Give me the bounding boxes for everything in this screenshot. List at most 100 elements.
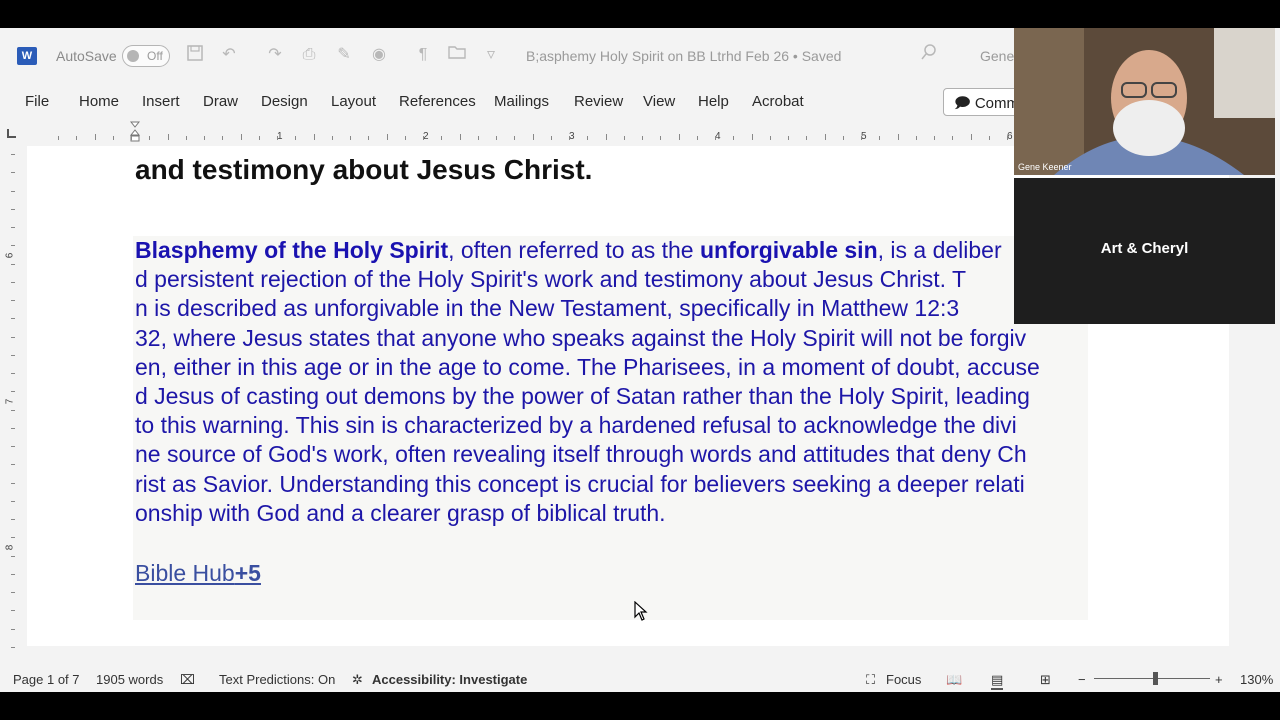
undo-icon[interactable]: ↶: [218, 44, 240, 66]
paragraph-line: to this warning. This sin is characteriz…: [135, 412, 1017, 439]
vruler-tick: [11, 555, 15, 557]
tab-references[interactable]: References: [399, 93, 476, 110]
ruler-tick: [751, 134, 753, 140]
ruler-tick: [204, 136, 205, 140]
vruler-tick: [11, 154, 15, 155]
paragraph-line: d Jesus of casting out demons by the pow…: [135, 383, 1030, 410]
text-run: , is a deliber: [877, 237, 1002, 263]
vruler-tick: [11, 482, 15, 484]
ruler-tick: [222, 136, 224, 140]
print-icon[interactable]: ⎙: [298, 44, 320, 66]
ruler-tick: [970, 134, 972, 140]
source-link[interactable]: Bible Hub+5: [135, 560, 261, 587]
vruler-tick: [11, 208, 15, 210]
ruler-tick: [258, 136, 260, 140]
text-predictions[interactable]: Text Predictions: On: [219, 672, 335, 687]
toggle-knob: [127, 50, 139, 62]
page-count[interactable]: Page 1 of 7: [13, 672, 80, 687]
tab-file[interactable]: File: [25, 93, 49, 110]
ruler-tick: [295, 136, 297, 140]
ruler-tick: [696, 136, 698, 140]
vruler-tick: [11, 373, 15, 374]
vruler-tick: [11, 500, 15, 502]
ruler-tick: [386, 134, 388, 140]
ruler-tick: [76, 136, 78, 140]
user-name[interactable]: Gene: [980, 48, 1014, 64]
document-title[interactable]: B;asphemy Holy Spirit on BB Ltrhd Feb 26…: [526, 48, 841, 64]
comments-button[interactable]: 🗩 Comm: [943, 88, 1023, 116]
bold-term: Blasphemy of the Holy Spirit: [135, 237, 449, 263]
paragraph-line: n is described as unforgivable in the Ne…: [135, 295, 960, 322]
vruler-tick: [11, 190, 15, 192]
ruler-tick: [167, 134, 169, 140]
customize-toolbar-icon[interactable]: ▿: [480, 44, 502, 66]
vruler-tick: [11, 354, 15, 356]
tab-view[interactable]: View: [643, 93, 675, 110]
tab-review[interactable]: Review: [574, 93, 623, 110]
ruler-tick: [1007, 136, 1008, 140]
status-bar: Page 1 of 7 1905 words ⌧ Text Prediction…: [0, 664, 1280, 692]
participant-tile: Art & Cheryl: [1014, 178, 1275, 324]
accessibility-status[interactable]: Accessibility: Investigate: [372, 672, 527, 687]
tab-draw[interactable]: Draw: [203, 93, 238, 110]
autosave-toggle[interactable]: Off: [122, 45, 170, 67]
ruler-tick: [477, 136, 479, 140]
autosave-state: Off: [147, 49, 163, 63]
body-paragraph[interactable]: Blasphemy of the Holy Spirit, often refe…: [135, 236, 1095, 528]
save-icon[interactable]: [184, 44, 206, 66]
ruler-tick: [587, 136, 589, 140]
redo-icon[interactable]: ↷: [264, 44, 286, 66]
zoom-slider[interactable]: [1094, 678, 1210, 679]
tab-design[interactable]: Design: [261, 93, 308, 110]
paragraph-line: Blasphemy of the Holy Spirit, often refe…: [135, 236, 1095, 265]
tab-help[interactable]: Help: [698, 93, 729, 110]
paragraph-line: onship with God and a clearer grasp of b…: [135, 499, 666, 526]
vruler-tick: [11, 464, 15, 466]
paragraph-line: en, either in this age or in the age to …: [135, 353, 1040, 380]
ruler-tick: [733, 136, 735, 140]
ruler-tick: [788, 136, 789, 140]
zoom-out-icon[interactable]: −: [1078, 672, 1086, 687]
vruler-tick: [11, 245, 15, 247]
paragraph-line: ne source of God's work, often revealing…: [135, 441, 1027, 468]
paragraph-mark-icon[interactable]: ¶: [412, 44, 434, 66]
ruler-tick: [350, 136, 351, 140]
participant-photo: [1014, 28, 1275, 175]
word-count[interactable]: 1905 words: [96, 672, 163, 687]
ruler-tick: [642, 136, 643, 140]
edit-icon[interactable]: ✎: [333, 44, 355, 66]
ruler-tick: [58, 136, 59, 140]
vruler-tick: [11, 573, 15, 575]
vruler-tick: [11, 172, 15, 174]
zoom-slider-thumb[interactable]: [1153, 672, 1158, 685]
zoom-level[interactable]: 130%: [1240, 672, 1273, 687]
tab-home[interactable]: Home: [79, 93, 119, 110]
bold-term: unforgivable sin: [699, 237, 878, 263]
ruler-tick: [623, 136, 625, 140]
search-icon[interactable]: [918, 44, 940, 66]
source-label: Bible Hub: [135, 560, 235, 586]
ruler-tick: [915, 136, 917, 140]
print-layout-icon[interactable]: ▤: [991, 672, 1004, 690]
ruler-tick: [277, 136, 278, 140]
open-folder-icon[interactable]: [446, 44, 468, 66]
ruler-tick: [313, 134, 315, 140]
tab-selector-icon[interactable]: [7, 129, 16, 138]
focus-icon: ⛶: [866, 672, 876, 687]
vruler-tick: [11, 592, 15, 593]
ruler-tick: [897, 134, 899, 140]
tab-insert[interactable]: Insert: [142, 93, 180, 110]
tab-acrobat[interactable]: Acrobat: [752, 93, 804, 110]
word-window: W AutoSave Off ↶ ↷ ⎙ ✎ ◉ ¶ ▿ B;asphemy H…: [0, 28, 1280, 692]
tab-mailings[interactable]: Mailings: [494, 93, 549, 110]
vruler-tick: [11, 281, 15, 283]
vruler-tick: [11, 628, 15, 630]
paragraph-line: rist as Savior. Understanding this conce…: [135, 470, 1025, 497]
vruler-tick: [11, 537, 15, 539]
zoom-in-icon[interactable]: +: [1215, 672, 1223, 687]
tab-layout[interactable]: Layout: [331, 93, 376, 110]
record-icon[interactable]: ◉: [368, 44, 390, 66]
read-mode-icon[interactable]: 📖: [946, 672, 962, 688]
focus-button[interactable]: Focus: [886, 672, 921, 687]
web-layout-icon[interactable]: ⊞: [1040, 672, 1051, 688]
